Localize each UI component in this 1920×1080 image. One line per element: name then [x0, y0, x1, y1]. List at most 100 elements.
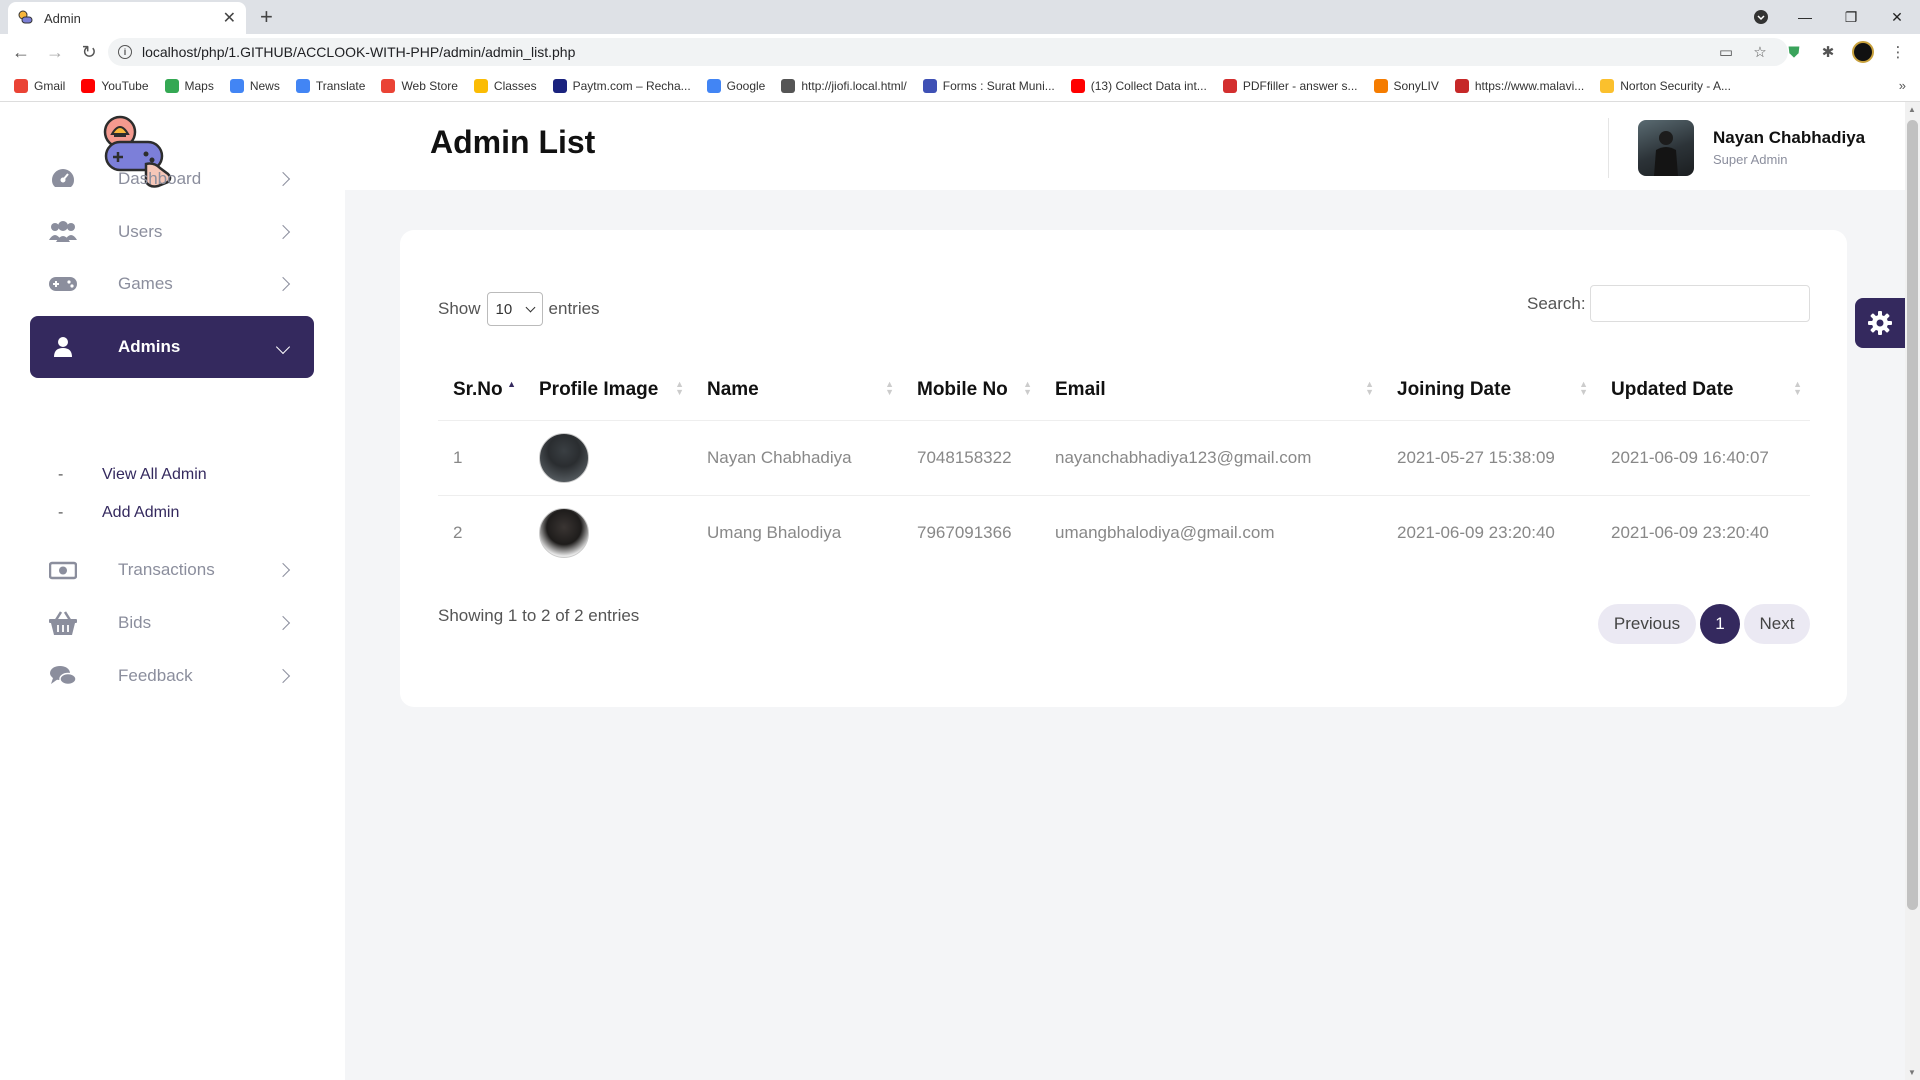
- search-label: Search:: [1527, 294, 1586, 313]
- sidebar-item-games[interactable]: Games: [30, 253, 314, 315]
- address-bar: ← → ↻ i localhost/php/1.GITHUB/ACCLOOK-W…: [0, 34, 1920, 70]
- bookmark-item[interactable]: (13) Collect Data int...: [1070, 78, 1207, 93]
- minimize-icon[interactable]: —: [1782, 0, 1828, 34]
- bookmark-item[interactable]: Web Store: [381, 78, 458, 93]
- sidebar-item-admins[interactable]: Admins: [30, 316, 314, 378]
- more-bookmarks-icon[interactable]: »: [1899, 78, 1906, 93]
- close-tab-icon[interactable]: ✕: [223, 8, 236, 28]
- sidebar-item-label: Games: [118, 274, 173, 293]
- bookmark-item[interactable]: Google: [706, 78, 765, 93]
- column-label: Profile Image: [539, 378, 659, 400]
- bookmark-favicon-icon: [781, 78, 796, 93]
- profile-dropdown-icon[interactable]: [1738, 0, 1784, 34]
- cell-mobile: 7048158322: [902, 419, 1040, 495]
- column-label: Updated Date: [1611, 378, 1734, 400]
- bookmark-favicon-icon: [1454, 78, 1469, 93]
- entries-length-control: Show 10 entries: [438, 292, 600, 326]
- bookmark-item[interactable]: Classes: [473, 78, 537, 93]
- scroll-down-icon[interactable]: ▼: [1908, 1068, 1916, 1077]
- favicon-icon: [18, 10, 34, 26]
- menu-dots-icon[interactable]: ⋮: [1888, 42, 1908, 62]
- bookmark-item[interactable]: SonyLIV: [1373, 78, 1439, 93]
- bookmark-item[interactable]: Maps: [164, 78, 214, 93]
- bookmark-favicon-icon: [552, 78, 567, 93]
- cell-profile-image: [524, 494, 692, 570]
- search-input[interactable]: [1590, 285, 1810, 322]
- tab-title: Admin: [44, 10, 81, 26]
- bookmark-label: YouTube: [101, 78, 149, 93]
- bookmark-favicon-icon: [14, 78, 28, 93]
- entries-select[interactable]: 10: [486, 292, 543, 326]
- window-close-icon[interactable]: ✕: [1874, 0, 1920, 34]
- bookmark-item[interactable]: PDFfiller - answer s...: [1222, 78, 1358, 93]
- table-info: Showing 1 to 2 of 2 entries: [438, 606, 640, 625]
- bookmark-favicon-icon: [229, 78, 244, 93]
- cell-email: nayanchabhadiya123@gmail.com: [1040, 419, 1382, 495]
- sidebar-item-label: Feedback: [118, 666, 193, 685]
- bookmark-item[interactable]: http://jiofi.local.html/: [781, 78, 907, 93]
- admin-table: Sr.No ▲ Profile Image ▲ ▼ Name ▲ ▼ Mobile No ▲…: [438, 360, 1810, 570]
- extensions-icon[interactable]: ✱: [1818, 42, 1838, 62]
- cell-joining-date: 2021-06-09 23:20:40: [1382, 494, 1596, 570]
- cell-profile-image: [524, 419, 692, 495]
- browser-tab[interactable]: Admin ✕: [8, 2, 246, 34]
- scroll-thumb[interactable]: [1907, 120, 1918, 910]
- cell-sr-no: 1: [438, 419, 524, 495]
- column-header-name[interactable]: Name ▲ ▼: [692, 360, 902, 420]
- chevron-down-icon: [275, 339, 291, 355]
- bookmarks-bar: Gmail YouTube Maps News Translate Web Store Cl…: [0, 70, 1920, 102]
- bookmark-star-icon[interactable]: ☆: [1750, 42, 1770, 62]
- sidebar: Dashboard Users Games Admins - View All …: [0, 102, 345, 1080]
- dash-bullet: -: [58, 466, 64, 483]
- bookmark-item[interactable]: YouTube: [81, 78, 149, 93]
- bookmark-label: http://jiofi.local.html/: [801, 78, 907, 93]
- url-field[interactable]: i localhost/php/1.GITHUB/ACCLOOK-WITH-PH…: [108, 38, 1788, 66]
- bookmark-item[interactable]: News: [229, 78, 280, 93]
- browser-tab-bar: Admin ✕ + — ❐ ✕: [0, 0, 1920, 34]
- column-header-sr-no[interactable]: Sr.No ▲: [438, 360, 524, 420]
- reader-mode-icon[interactable]: ▭: [1716, 42, 1736, 62]
- url-text: localhost/php/1.GITHUB/ACCLOOK-WITH-PHP/…: [142, 44, 576, 60]
- bookmark-item[interactable]: Gmail: [14, 78, 65, 93]
- column-header-profile-image[interactable]: Profile Image ▲ ▼: [524, 360, 692, 420]
- column-header-joining-date[interactable]: Joining Date ▲ ▼: [1382, 360, 1596, 420]
- column-header-updated-date[interactable]: Updated Date ▲ ▼: [1596, 360, 1810, 420]
- previous-page-button[interactable]: Previous: [1598, 604, 1696, 644]
- profile-image: [539, 432, 589, 483]
- cell-sr-no: 2: [438, 494, 524, 570]
- bookmark-item[interactable]: https://www.malavi...: [1454, 78, 1584, 93]
- cell-joining-date: 2021-05-27 15:38:09: [1382, 419, 1596, 495]
- dash-bullet: -: [58, 504, 64, 521]
- page-1-button[interactable]: 1: [1700, 604, 1740, 644]
- forward-icon[interactable]: →: [42, 39, 68, 65]
- bookmark-item[interactable]: Norton Security - A...: [1600, 78, 1731, 93]
- cell-name: Umang Bhalodiya: [692, 494, 902, 570]
- user-name[interactable]: Nayan Chabhadiya: [1713, 128, 1865, 148]
- back-icon[interactable]: ←: [8, 39, 34, 65]
- sidebar-subitem-view-all-admin[interactable]: - View All Admin: [58, 466, 207, 484]
- bookmark-favicon-icon: [295, 78, 310, 93]
- bookmark-item[interactable]: Translate: [295, 78, 365, 93]
- sidebar-item-feedback[interactable]: Feedback: [30, 645, 314, 707]
- bookmark-label: PDFfiller - answer s...: [1242, 78, 1358, 93]
- bookmark-label: SonyLIV: [1393, 78, 1439, 93]
- column-header-email[interactable]: Email ▲ ▼: [1040, 360, 1382, 420]
- restore-icon[interactable]: ❐: [1828, 0, 1874, 34]
- scroll-up-icon[interactable]: ▲: [1908, 105, 1916, 114]
- user-avatar[interactable]: [1638, 120, 1694, 176]
- reload-icon[interactable]: ↻: [76, 39, 102, 65]
- column-header-mobile-no[interactable]: Mobile No ▲ ▼: [902, 360, 1040, 420]
- bookmark-item[interactable]: Forms : Surat Muni...: [922, 78, 1055, 93]
- site-info-icon[interactable]: i: [118, 45, 132, 59]
- shield-extension-icon[interactable]: ⛊: [1784, 42, 1804, 62]
- sidebar-subitem-add-admin[interactable]: - Add Admin: [58, 504, 179, 522]
- new-tab-icon[interactable]: +: [260, 4, 273, 30]
- bookmark-item[interactable]: Paytm.com – Recha...: [552, 78, 691, 93]
- bookmark-favicon-icon: [381, 78, 396, 93]
- settings-gear-button[interactable]: [1855, 298, 1905, 348]
- page-scrollbar[interactable]: ▲ ▼: [1905, 102, 1920, 1080]
- bookmark-favicon-icon: [1600, 78, 1615, 93]
- next-page-button[interactable]: Next: [1744, 604, 1810, 644]
- profile-avatar-icon[interactable]: [1852, 41, 1874, 63]
- sort-icon: ▲ ▼: [675, 379, 684, 397]
